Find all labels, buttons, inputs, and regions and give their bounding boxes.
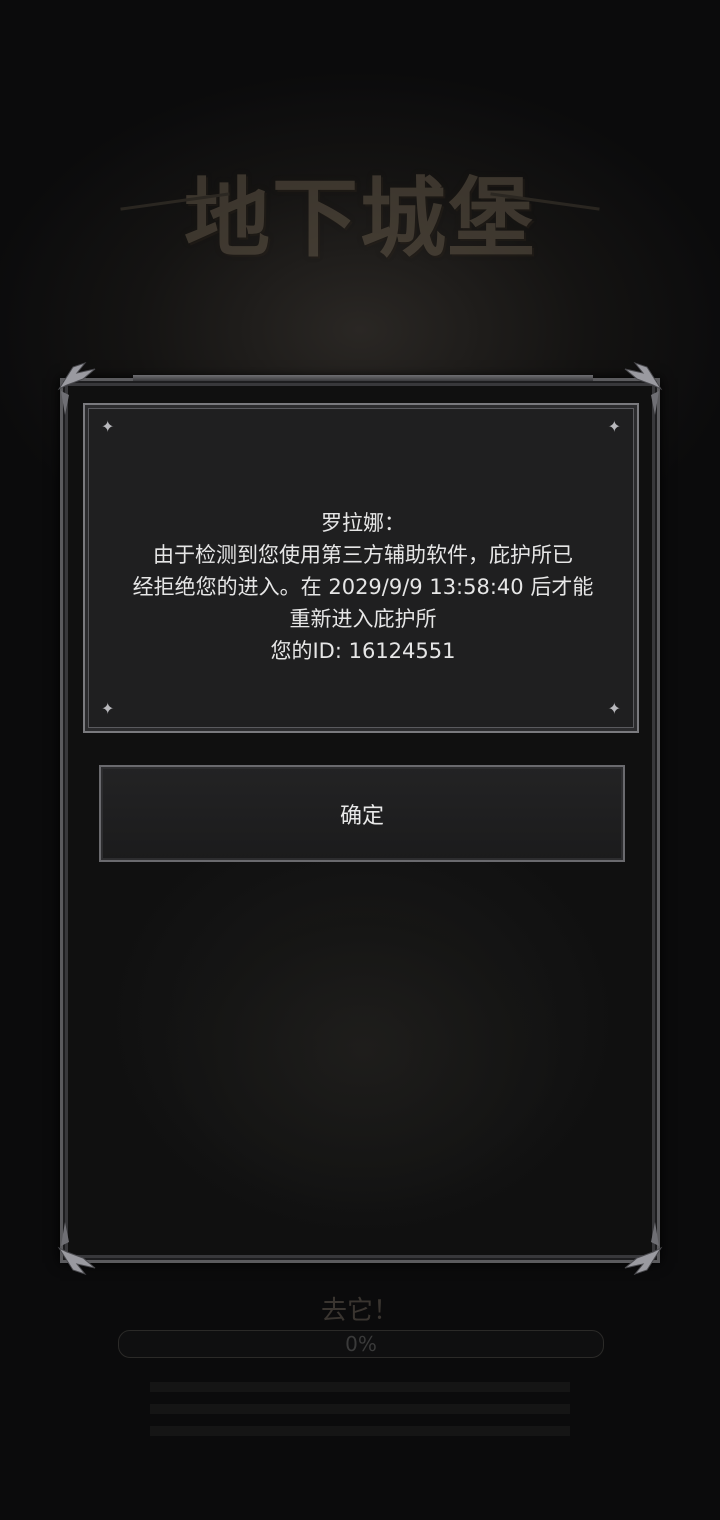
message-line: 由于检测到您使用第三方辅助软件，庇护所已 bbox=[153, 543, 573, 567]
message-line: 重新进入庇护所 bbox=[289, 607, 437, 631]
loading-progress-bar: 0% bbox=[118, 1330, 604, 1358]
ban-notice-dialog: ✦ ✦ ✦ ✦ 罗拉娜： 由于检测到您使用第三方辅助软件，庇护所已 经拒绝您的进… bbox=[57, 361, 663, 1276]
loading-progress-label: 0% bbox=[345, 1332, 377, 1356]
sparkle-icon: ✦ bbox=[101, 417, 115, 436]
tip-line bbox=[150, 1426, 570, 1436]
confirm-button-label: 确定 bbox=[339, 803, 384, 829]
frame-corner-ornament bbox=[624, 1222, 663, 1276]
background-tips bbox=[150, 1370, 570, 1448]
game-logo: 地下城堡 bbox=[120, 130, 600, 290]
dialog-texture bbox=[123, 871, 603, 1241]
user-id-line: 您的ID: 16124551 bbox=[270, 639, 456, 663]
message-speaker: 罗拉娜： bbox=[321, 511, 405, 535]
ban-message: 罗拉娜： 由于检测到您使用第三方辅助软件，庇护所已 经拒绝您的进入。在 2029… bbox=[115, 507, 611, 667]
dialog-top-trim bbox=[133, 375, 593, 381]
sparkle-icon: ✦ bbox=[607, 699, 621, 718]
background-hint-text: 去它！ bbox=[320, 1296, 399, 1326]
tip-line bbox=[150, 1382, 570, 1392]
game-logo-text: 地下城堡 bbox=[184, 167, 536, 269]
message-line: 经拒绝您的进入。在 2029/9/9 13:58:40 后才能 bbox=[132, 575, 594, 599]
sparkle-icon: ✦ bbox=[101, 699, 115, 718]
confirm-button[interactable]: 确定 bbox=[99, 765, 625, 862]
sparkle-icon: ✦ bbox=[607, 417, 621, 436]
frame-corner-ornament bbox=[57, 1222, 96, 1276]
tip-line bbox=[150, 1404, 570, 1414]
message-panel: ✦ ✦ ✦ ✦ 罗拉娜： 由于检测到您使用第三方辅助软件，庇护所已 经拒绝您的进… bbox=[83, 403, 639, 733]
game-screen: 地下城堡 去它！ 0% ✦ ✦ ✦ ✦ 罗拉娜： 由于检测到您使用第三方辅助软件… bbox=[0, 0, 720, 1520]
